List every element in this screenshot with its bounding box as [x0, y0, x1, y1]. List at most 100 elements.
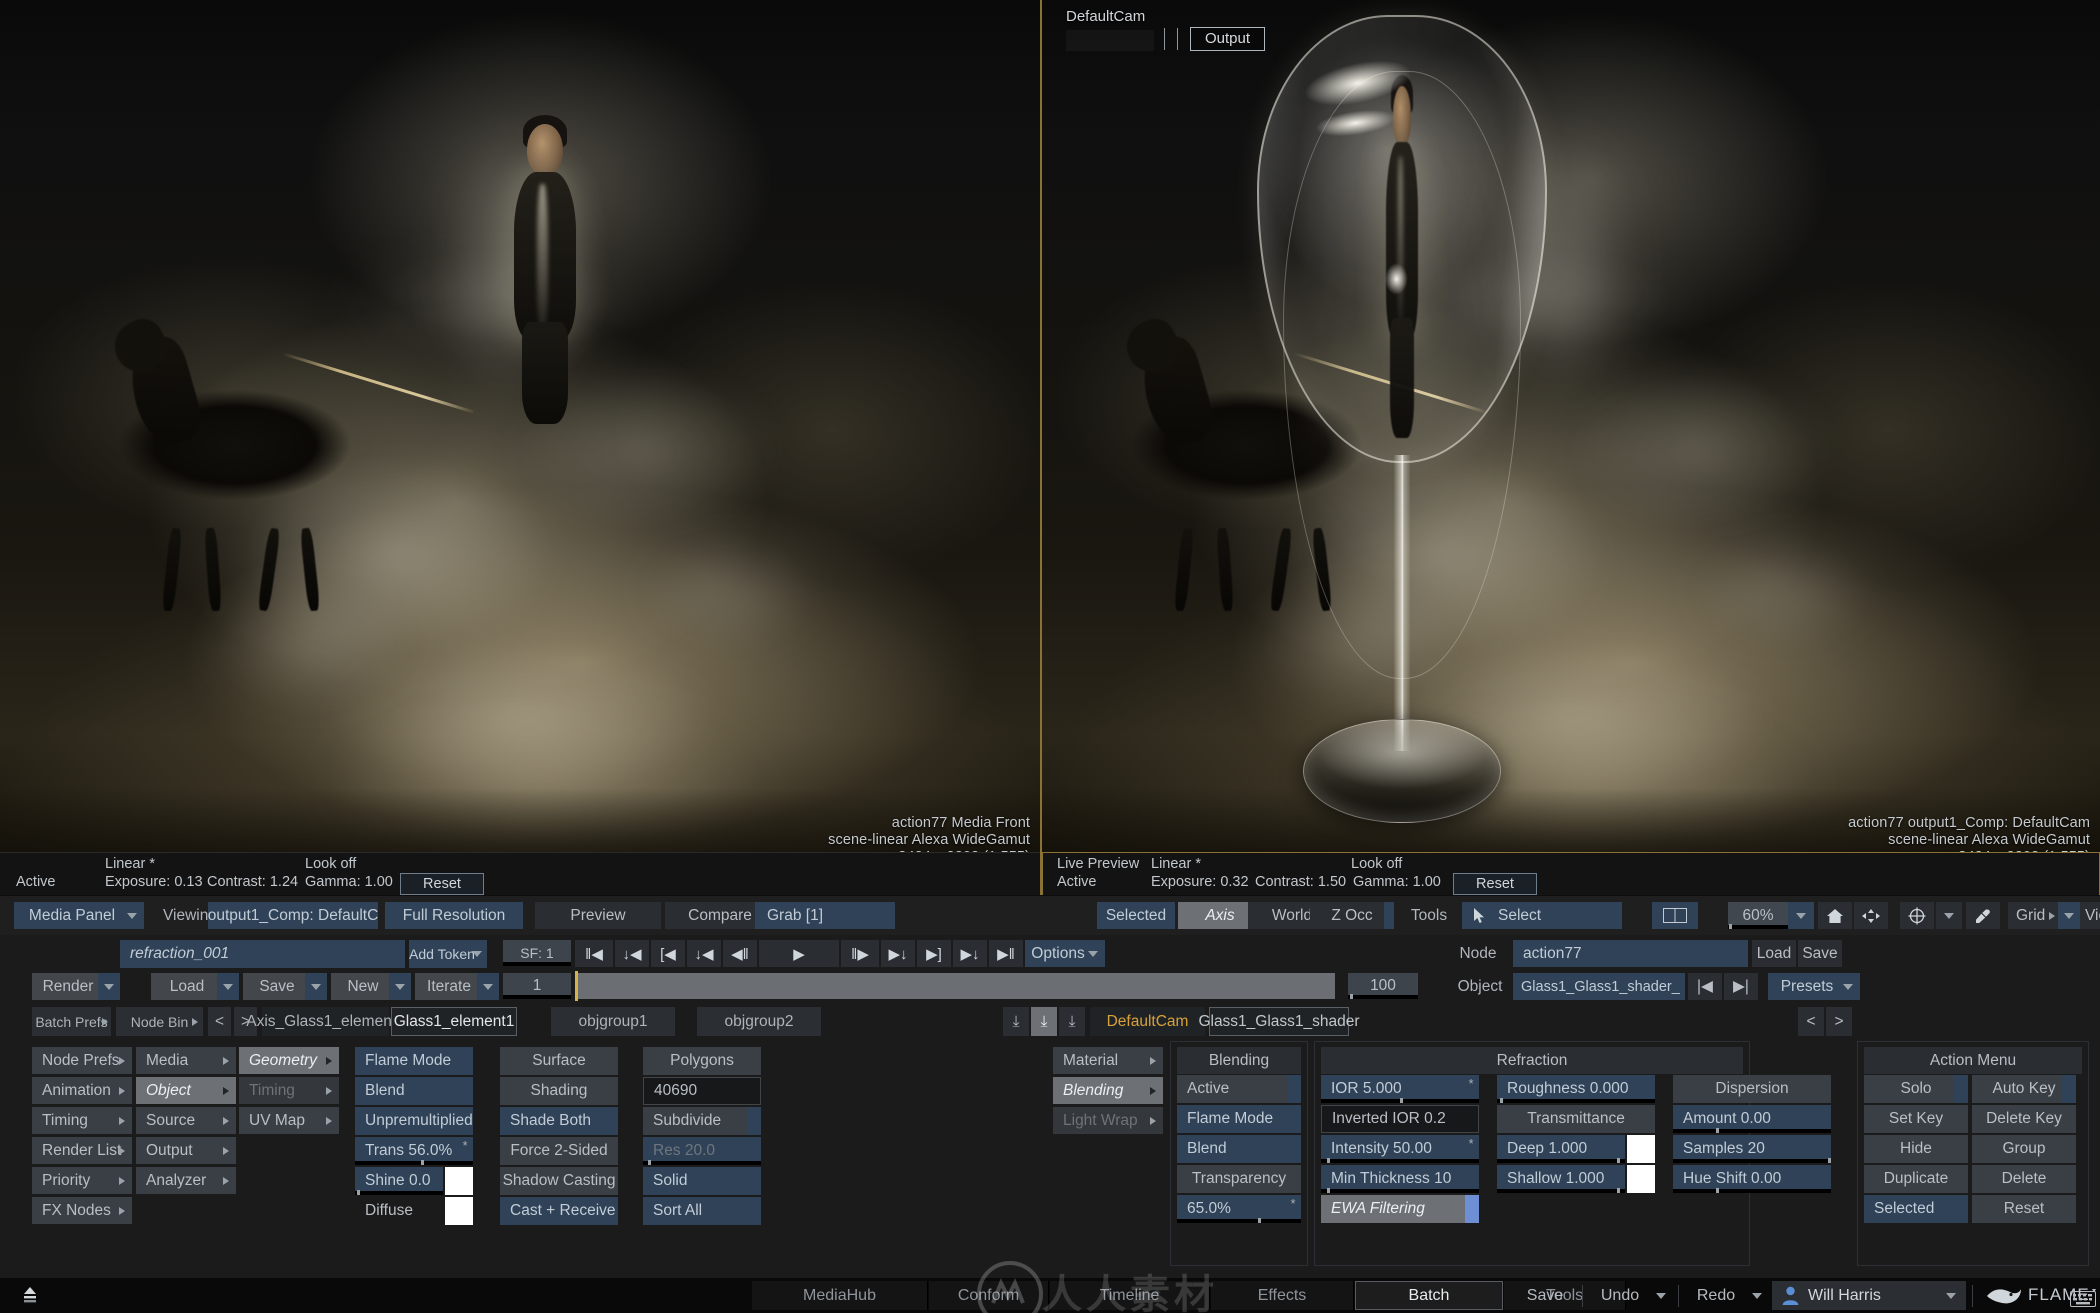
param-hue-shift-0-00[interactable]: Hue Shift 0.00: [1673, 1165, 1831, 1193]
save-button-status[interactable]: Save: [1510, 1281, 1580, 1310]
tab-effects[interactable]: Effects: [1211, 1281, 1354, 1310]
slider-track[interactable]: [355, 1161, 473, 1165]
timeline-track[interactable]: [575, 973, 1335, 999]
nav-item-source[interactable]: Source: [136, 1107, 236, 1134]
object-next-button[interactable]: ▶|: [1724, 973, 1758, 1000]
param-subdivide[interactable]: Subdivide: [643, 1107, 761, 1135]
param-shine-0-0[interactable]: Shine 0.0: [355, 1167, 443, 1195]
slider-handle[interactable]: [421, 1160, 424, 1165]
param-group[interactable]: Group: [1972, 1135, 2076, 1163]
end-frame-slider[interactable]: [1348, 995, 1418, 999]
undo-dropdown[interactable]: [1648, 1281, 1674, 1310]
zoom-slider-track[interactable]: [1728, 925, 1788, 929]
param-40690[interactable]: 40690: [643, 1077, 761, 1105]
param-min-thickness-10[interactable]: Min Thickness 10: [1321, 1165, 1479, 1193]
grid-dropdown-button[interactable]: [2058, 902, 2080, 929]
viewer-right-canvas[interactable]: [1042, 0, 2100, 895]
param-shadow-casting[interactable]: Shadow Casting: [500, 1167, 618, 1195]
slider-handle[interactable]: [1828, 1158, 1831, 1163]
param-sort-all[interactable]: Sort All: [643, 1197, 761, 1225]
transport-next-key[interactable]: ▶↓: [881, 940, 915, 967]
param-delete-key[interactable]: Delete Key: [1972, 1105, 2076, 1133]
param-shading[interactable]: Shading: [500, 1077, 618, 1105]
slider-handle[interactable]: [357, 1190, 360, 1195]
param-surface[interactable]: Surface: [500, 1047, 618, 1075]
nav-item-timing[interactable]: Timing: [239, 1077, 339, 1104]
param-65-0[interactable]: 65.0%*: [1177, 1195, 1301, 1223]
slider-track[interactable]: [1177, 1219, 1301, 1223]
color-swatch[interactable]: [445, 1167, 473, 1195]
redo-button[interactable]: Redo: [1688, 1281, 1744, 1310]
object-tab-axis[interactable]: Axis_Glass1_element1: [262, 1007, 390, 1036]
right-exposure[interactable]: Exposure: 0.32: [1151, 874, 1249, 890]
user-menu[interactable]: Will Harris: [1772, 1281, 1966, 1310]
save-button[interactable]: Save: [243, 973, 327, 1000]
param-deep-1-000[interactable]: Deep 1.000: [1497, 1135, 1625, 1163]
nav-item-priority[interactable]: Priority: [32, 1167, 132, 1194]
slider-handle[interactable]: [1258, 1218, 1261, 1223]
transport-play[interactable]: ▶: [759, 940, 839, 967]
slider-track[interactable]: [643, 1161, 761, 1165]
select-tool-button[interactable]: Select: [1462, 902, 1622, 929]
slider-handle[interactable]: [1716, 1188, 1719, 1193]
param-ior-5-000[interactable]: IOR 5.000*: [1321, 1075, 1479, 1103]
shader-tab[interactable]: Glass1_Glass1_shader: [1209, 1007, 1349, 1036]
param-transparency[interactable]: Transparency: [1177, 1165, 1301, 1193]
sort-middle-button[interactable]: ⤓: [1031, 1007, 1057, 1036]
view-menu-button[interactable]: View: [2080, 902, 2100, 929]
toggle-indicator[interactable]: [1465, 1195, 1479, 1223]
new-button[interactable]: New: [331, 973, 411, 1000]
param-ewa-filtering[interactable]: EWA Filtering: [1321, 1195, 1479, 1223]
param-flame-mode[interactable]: Flame Mode: [355, 1047, 473, 1075]
color-picker-button[interactable]: [1966, 902, 2000, 929]
output-button[interactable]: Output: [1190, 27, 1265, 51]
sf-button[interactable]: SF: 1: [503, 940, 571, 966]
color-swatch[interactable]: [1627, 1135, 1655, 1163]
viewer-left-canvas[interactable]: [0, 0, 1040, 895]
transport-step-back[interactable]: ◀‖: [723, 940, 757, 967]
slider-track[interactable]: [1497, 1189, 1625, 1193]
nav-item-media[interactable]: Media: [136, 1047, 236, 1074]
slider-track[interactable]: [1321, 1159, 1479, 1163]
slider-track[interactable]: [1321, 1099, 1479, 1103]
object-tab-objgroup2[interactable]: objgroup2: [697, 1007, 822, 1036]
viewer-left[interactable]: action77 Media Front scene-linear Alexa …: [0, 0, 1040, 895]
param-flame-mode[interactable]: Flame Mode: [1177, 1105, 1301, 1133]
toggle-indicator[interactable]: [1954, 1075, 1968, 1103]
param-blend[interactable]: Blend: [1177, 1135, 1301, 1163]
param-diffuse[interactable]: Diffuse: [355, 1197, 443, 1225]
nav-item-uv-map[interactable]: UV Map: [239, 1107, 339, 1134]
param-cast-receive[interactable]: Cast + Receive: [500, 1197, 618, 1225]
param-unpremultiplied[interactable]: Unpremultiplied: [355, 1107, 473, 1135]
defaultcam-tab[interactable]: DefaultCam: [1090, 1007, 1206, 1036]
nav-item-geometry[interactable]: Geometry: [239, 1047, 339, 1074]
nav-item-output[interactable]: Output: [136, 1137, 236, 1164]
media-panel-button[interactable]: Media Panel: [14, 902, 144, 929]
tab-mediahub[interactable]: MediaHub: [752, 1281, 928, 1310]
transport-next-mark[interactable]: ▶↓: [953, 940, 987, 967]
param-dispersion[interactable]: Dispersion: [1673, 1075, 1831, 1103]
param-set-key[interactable]: Set Key: [1864, 1105, 1968, 1133]
sf-slider-track[interactable]: [503, 962, 571, 966]
transport-to-end[interactable]: ▶]: [917, 940, 951, 967]
right-gamma[interactable]: Gamma: 1.00: [1353, 874, 1441, 890]
transport-to-start[interactable]: [◀: [651, 940, 685, 967]
toggle-indicator[interactable]: [2062, 1075, 2076, 1103]
transport-prev-key[interactable]: ↓◀: [615, 940, 649, 967]
toggle-indicator[interactable]: [747, 1107, 761, 1135]
timeline-playhead[interactable]: [575, 971, 578, 1001]
param-solo[interactable]: Solo: [1864, 1075, 1968, 1103]
transport-step-fwd[interactable]: ‖▶: [841, 940, 879, 967]
slider-track[interactable]: [1673, 1189, 1831, 1193]
end-frame-field[interactable]: 100: [1348, 973, 1418, 999]
left-reset-button[interactable]: Reset: [400, 873, 484, 895]
param-force-2-sided[interactable]: Force 2-Sided: [500, 1137, 618, 1165]
render-button[interactable]: Render: [32, 973, 120, 1000]
scroll-left-button[interactable]: <: [1798, 1007, 1824, 1036]
param-delete[interactable]: Delete: [1972, 1165, 2076, 1193]
slider-track[interactable]: [355, 1191, 443, 1195]
add-token-button[interactable]: Add Token: [409, 940, 487, 968]
tabs-prev-button[interactable]: <: [208, 1007, 232, 1036]
batch-prefs-tab[interactable]: Batch Prefs: [32, 1007, 112, 1036]
node-save-button[interactable]: Save: [1798, 940, 1842, 967]
